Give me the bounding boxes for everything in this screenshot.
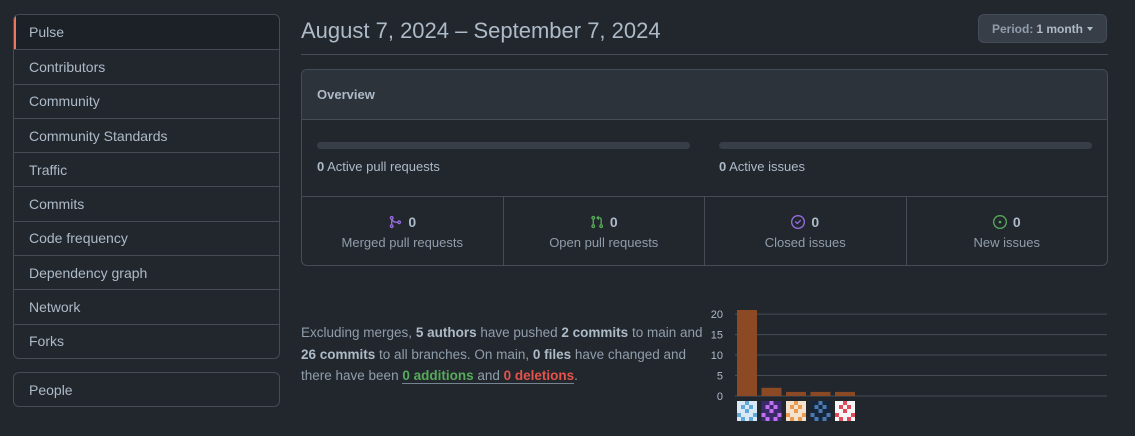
stat-new-issues[interactable]: 0 New issues <box>905 197 1108 266</box>
summary-text: have pushed <box>476 325 562 340</box>
chart-bar[interactable] <box>737 310 757 396</box>
issue-closed-icon <box>791 214 806 229</box>
sidebar-item-dependency-graph[interactable]: Dependency graph <box>14 255 279 289</box>
active-issues-label: Active issues <box>729 159 806 174</box>
git-pull-request-icon <box>590 215 604 229</box>
active-summary: 0 Active pull requests 0 Active issues <box>302 120 1107 197</box>
sidebar-item-label: Contributors <box>29 58 106 75</box>
active-prs-progress-bar <box>317 142 690 149</box>
sidebar-item-label: People <box>29 381 73 398</box>
sidebar-item-people[interactable]: People <box>13 372 280 407</box>
sidebar-item-label: Community Standards <box>29 127 168 144</box>
period-value: 1 month <box>1036 21 1083 36</box>
contributor-avatar[interactable] <box>835 401 855 421</box>
sidebar-item-label: Pulse <box>29 24 65 41</box>
active-issues-count: 0 <box>719 159 727 174</box>
contributor-avatar[interactable] <box>761 401 782 421</box>
commit-summary: Excluding merges, 5 authors have pushed … <box>301 322 711 387</box>
sidebar-item-label: Code frequency <box>29 230 128 247</box>
chart-tick-label: 15 <box>711 330 723 342</box>
period-select-button[interactable]: Period: 1 month <box>978 14 1107 43</box>
stat-label: New issues <box>973 234 1040 250</box>
overview-title: Overview <box>302 70 1107 120</box>
commits-main-count: 2 commits <box>561 325 629 340</box>
insights-sidebar: Pulse Contributors Community Community Stan… <box>13 14 280 359</box>
files-count: 0 files <box>532 346 572 362</box>
triangle-down-icon <box>1087 26 1093 31</box>
summary-text: to all branches. On main, <box>375 346 533 362</box>
divider <box>301 54 1108 55</box>
sidebar-item-label: Community <box>29 93 100 110</box>
summary-text: to main and <box>628 325 703 340</box>
stat-closed-issues[interactable]: 0 Closed issues <box>704 197 906 266</box>
sidebar-item-label: Commits <box>29 196 85 213</box>
stat-label: Closed issues <box>764 234 846 250</box>
overview-panel: Overview 0 Active pull requests 0 Active… <box>301 69 1108 266</box>
chart-bar[interactable] <box>810 391 831 396</box>
contributor-avatar[interactable] <box>737 401 757 421</box>
stat-count: 0 <box>609 213 618 230</box>
stat-count: 0 <box>811 213 820 230</box>
chart-tick-label: 20 <box>711 309 723 321</box>
chart-bar[interactable] <box>835 391 855 396</box>
contributor-avatar[interactable] <box>786 401 806 421</box>
chart-tick-label: 10 <box>711 350 723 362</box>
active-issues-progress-bar <box>719 142 1092 149</box>
chart-tick-label: 0 <box>717 391 723 403</box>
active-prs-label: Active pull requests <box>327 159 440 174</box>
sidebar-item-label: Network <box>29 299 81 316</box>
period-prefix: Period: <box>991 21 1034 36</box>
sidebar-item-commits[interactable]: Commits <box>14 186 279 220</box>
page-title: August 7, 2024 – September 7, 2024 <box>301 18 661 43</box>
sidebar-item-pulse[interactable]: Pulse <box>14 15 279 50</box>
stats-row: 0 Merged pull requests 0 Open pull reque… <box>302 197 1107 266</box>
chart-tick-label: 5 <box>717 371 723 383</box>
stat-label: Merged pull requests <box>341 234 463 250</box>
commits-chart-svg: 20 15 10 5 0 <box>711 309 1107 421</box>
stat-label: Open pull requests <box>549 234 659 250</box>
deletions-link[interactable]: 0 deletions <box>503 368 575 384</box>
stat-count: 0 <box>1012 213 1021 230</box>
sidebar-item-label: Traffic <box>29 161 68 178</box>
sidebar-item-label: Dependency graph <box>29 264 148 281</box>
summary-text: . <box>574 368 578 383</box>
stat-open-prs[interactable]: 0 Open pull requests <box>502 197 705 266</box>
issue-opened-icon <box>992 214 1007 229</box>
contributor-avatar[interactable] <box>810 401 831 421</box>
active-prs-count: 0 <box>317 159 325 174</box>
stat-count: 0 <box>408 213 417 230</box>
active-prs-link[interactable]: 0 Active pull requests <box>317 159 440 174</box>
sidebar-item-community[interactable]: Community <box>14 83 279 118</box>
additions-link[interactable]: 0 additions <box>402 368 474 384</box>
git-merge-icon <box>388 215 402 229</box>
commits-all-count: 26 commits <box>301 346 376 362</box>
active-issues-link[interactable]: 0 Active issues <box>719 159 805 174</box>
sidebar-item-traffic[interactable]: Traffic <box>14 152 279 186</box>
chart-bar[interactable] <box>761 387 782 396</box>
sidebar-item-network[interactable]: Network <box>14 289 279 323</box>
sidebar-item-forks[interactable]: Forks <box>14 323 279 358</box>
stat-merged-prs[interactable]: 0 Merged pull requests <box>302 197 503 266</box>
commits-by-author-chart: 20 15 10 5 0 <box>705 300 1110 425</box>
summary-text: Excluding merges, <box>301 325 416 340</box>
sidebar-item-label: Forks <box>29 333 64 350</box>
authors-count: 5 authors <box>415 325 477 340</box>
sidebar-item-community-standards[interactable]: Community Standards <box>14 117 279 152</box>
summary-text: and <box>473 368 504 384</box>
sidebar-item-contributors[interactable]: Contributors <box>14 49 279 83</box>
chart-bar[interactable] <box>786 391 806 396</box>
sidebar-item-code-frequency[interactable]: Code frequency <box>14 220 279 255</box>
